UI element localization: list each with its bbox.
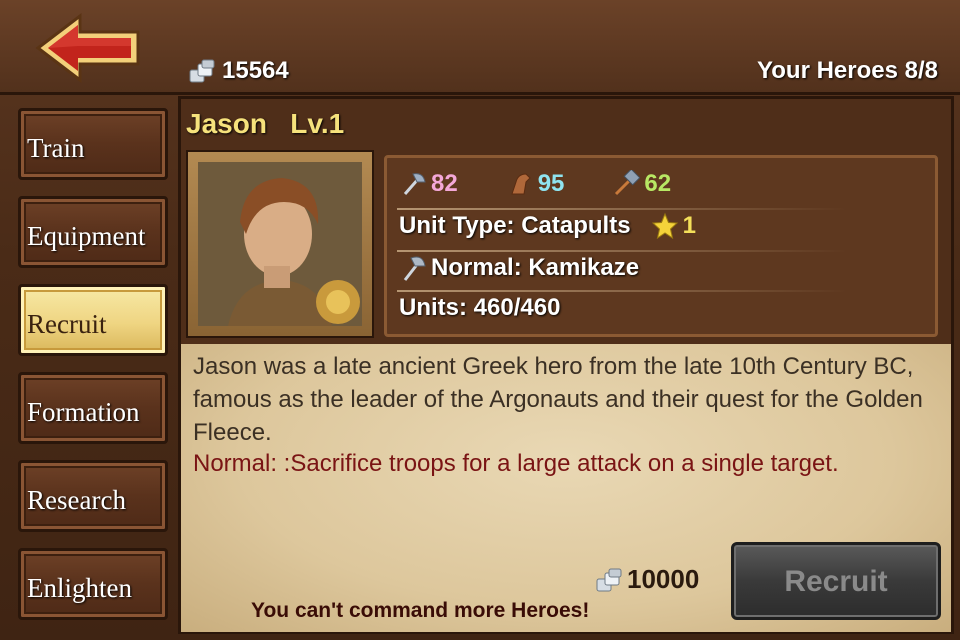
- recruit-cost: 10000: [595, 564, 699, 595]
- silver-amount: 15564: [222, 57, 289, 84]
- hero-level: Lv.1: [290, 108, 345, 139]
- divider: [397, 208, 847, 210]
- recruit-button-label: Recruit: [784, 565, 888, 598]
- sidebar-item-equipment[interactable]: Equipment: [18, 196, 168, 268]
- recruit-button[interactable]: Recruit: [731, 542, 941, 620]
- skill-description: Normal: :Sacrifice troops for a large at…: [193, 450, 839, 477]
- star-count: 1: [682, 212, 696, 239]
- skill-name: Normal: Kamikaze: [431, 254, 640, 281]
- attack-value: 82: [431, 170, 458, 197]
- hero-stats-panel: 82 95 62 Unit Type: Catapults 1 Normal: …: [384, 155, 938, 337]
- description-panel: Jason was a late ancient Greek hero from…: [181, 344, 951, 632]
- skill-axe-icon: [403, 256, 426, 281]
- heroes-count: Your Heroes 8/8: [757, 57, 938, 84]
- sidebar-item-label: Research: [27, 485, 126, 515]
- hero-description: Jason was a late ancient Greek hero from…: [193, 353, 923, 446]
- sidebar: Train Equipment Recruit Formation Resear…: [8, 100, 178, 635]
- speed-value: 95: [537, 170, 565, 197]
- sidebar-item-research[interactable]: Research: [18, 460, 168, 532]
- silver-coins-icon: [596, 568, 622, 591]
- recruit-cost-amount: 10000: [627, 564, 700, 594]
- horse-icon: [511, 173, 531, 195]
- sidebar-item-label: Recruit: [27, 309, 107, 339]
- sidebar-item-label: Train: [27, 133, 85, 163]
- hero-portrait: [198, 162, 362, 326]
- axe-icon: [403, 173, 426, 195]
- stat-row-attributes: 82 95 62: [399, 170, 671, 198]
- sidebar-item-formation[interactable]: Formation: [18, 372, 168, 444]
- divider: [397, 290, 847, 292]
- stat-row-skill: Normal: Kamikaze: [399, 254, 639, 282]
- hero-portrait-frame: [186, 150, 374, 338]
- sidebar-item-recruit[interactable]: Recruit: [18, 284, 168, 356]
- siege-value: 62: [644, 170, 672, 197]
- back-button[interactable]: [34, 12, 144, 84]
- top-bar: 15564 Your Heroes 8/8: [0, 0, 960, 95]
- hero-limit-warning: You can't command more Heroes!: [251, 599, 590, 622]
- hero-name: Jason: [186, 108, 267, 139]
- stat-row-unit-type: Unit Type: Catapults 1: [399, 212, 696, 240]
- star-icon: [651, 212, 678, 240]
- unit-count: Units: 460/460: [399, 294, 561, 321]
- stat-row-units: Units: 460/460: [399, 294, 560, 322]
- unit-type: Unit Type: Catapults: [399, 212, 631, 239]
- sidebar-item-train[interactable]: Train: [18, 108, 168, 180]
- back-arrow-icon: [35, 12, 140, 84]
- silver-display: 15564: [188, 56, 289, 86]
- divider: [397, 250, 847, 252]
- siege-hammer-icon: [615, 170, 641, 196]
- sidebar-item-label: Formation: [27, 397, 140, 427]
- hero-title: Jason Lv.1: [186, 108, 344, 140]
- hero-portrait-image: [198, 162, 362, 326]
- sidebar-item-enlighten[interactable]: Enlighten: [18, 548, 168, 620]
- silver-coins-icon: [189, 59, 215, 83]
- sidebar-item-label: Enlighten: [27, 573, 132, 603]
- sidebar-item-label: Equipment: [27, 221, 146, 251]
